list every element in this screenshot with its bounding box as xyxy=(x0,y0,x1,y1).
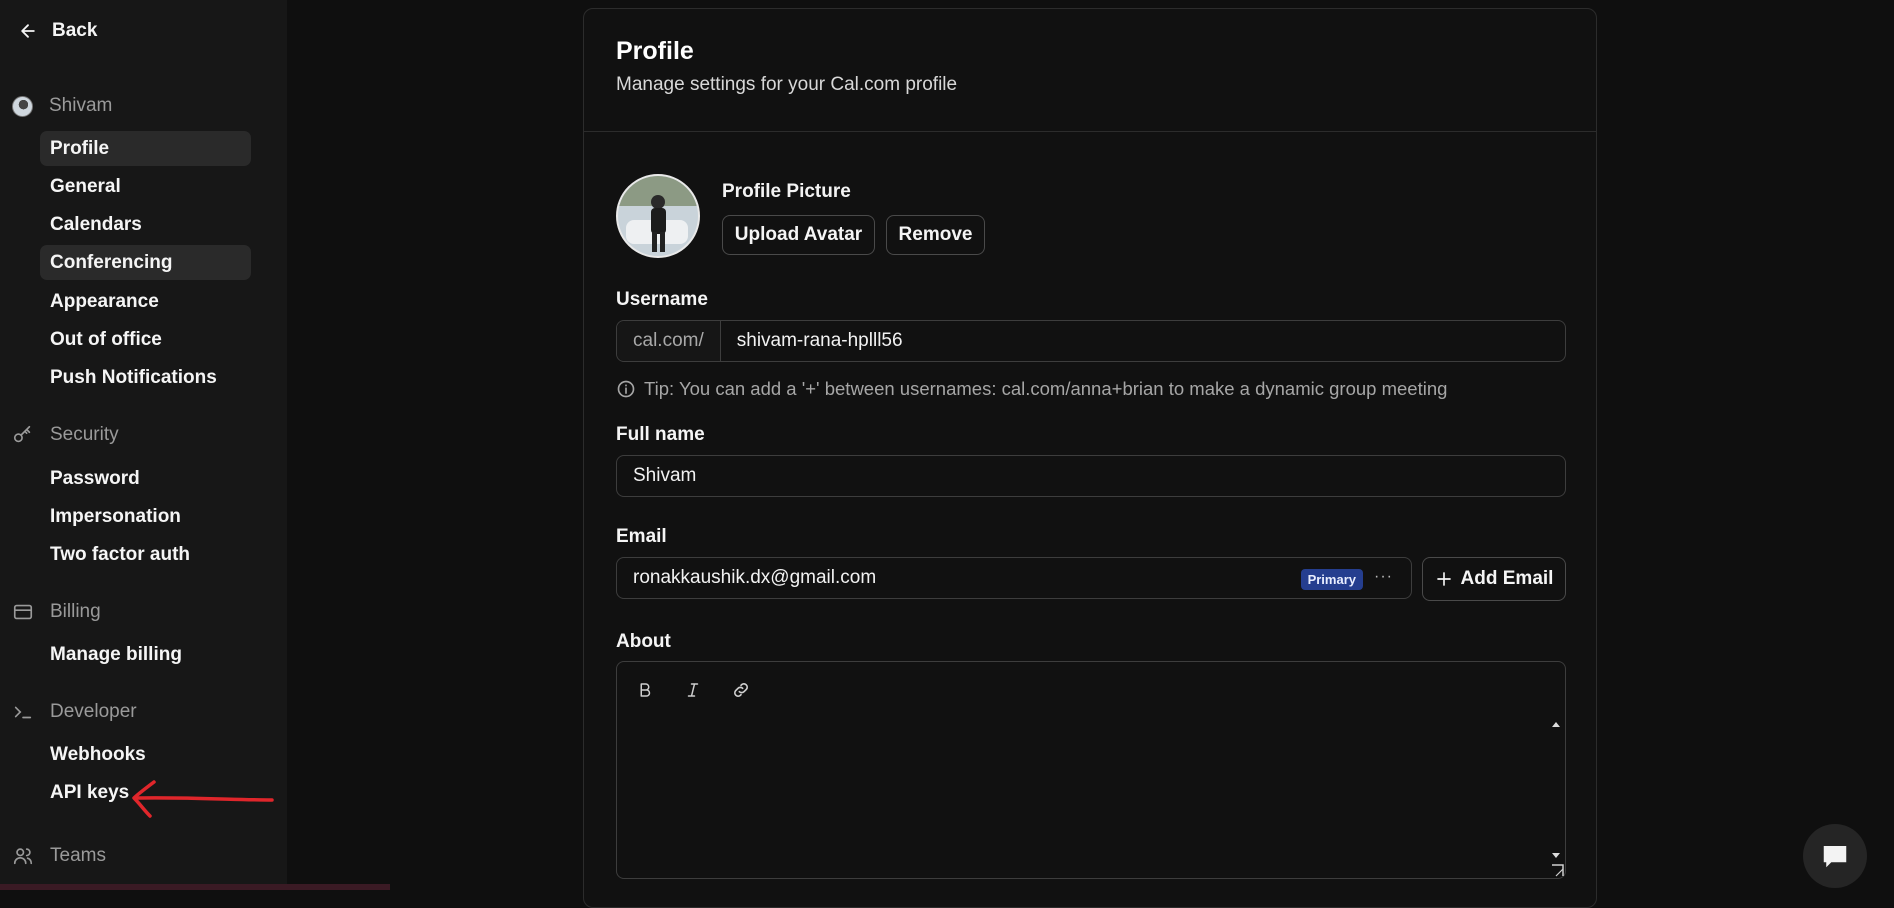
scroll-up-icon[interactable] xyxy=(1551,720,1561,728)
italic-icon[interactable] xyxy=(679,676,707,704)
plus-icon xyxy=(1436,572,1451,586)
key-icon xyxy=(13,425,31,443)
upload-avatar-button[interactable]: Upload Avatar xyxy=(722,215,875,255)
add-email-button[interactable]: Add Email xyxy=(1422,557,1566,601)
link-icon[interactable] xyxy=(727,676,755,704)
sidebar-section-developer: Developer xyxy=(12,701,137,723)
full-name-value: Shivam xyxy=(633,465,697,486)
sidebar-section-developer-label: Developer xyxy=(50,701,137,722)
resize-handle-icon[interactable] xyxy=(1550,863,1564,877)
profile-picture-label: Profile Picture xyxy=(722,181,851,202)
sidebar-item-profile[interactable]: Profile xyxy=(40,131,251,166)
remove-avatar-button[interactable]: Remove xyxy=(886,215,985,255)
sidebar-item-password[interactable]: Password xyxy=(40,461,251,496)
username-tip-text: Tip: You can add a '+' between usernames… xyxy=(644,378,1448,399)
full-name-label: Full name xyxy=(616,424,705,445)
sidebar-section-billing-label: Billing xyxy=(50,601,101,622)
sidebar-item-impersonation[interactable]: Impersonation xyxy=(40,499,251,534)
primary-badge: Primary xyxy=(1300,569,1363,590)
scroll-down-icon[interactable] xyxy=(1551,852,1561,860)
username-field[interactable]: cal.com/ shivam-rana-hplll56 xyxy=(616,320,1566,362)
profile-card: Profile Manage settings for your Cal.com… xyxy=(583,8,1597,908)
avatar-photo-icon xyxy=(618,176,698,256)
full-name-field[interactable]: Shivam xyxy=(616,455,1566,497)
settings-sidebar: Back Shivam Profile General Calendars Co… xyxy=(0,0,287,890)
sidebar-item-general[interactable]: General xyxy=(40,169,251,204)
sidebar-section-teams: Teams xyxy=(12,845,106,867)
back-button[interactable]: Back xyxy=(18,20,97,42)
back-label: Back xyxy=(52,20,98,41)
arrow-left-icon xyxy=(21,24,35,38)
profile-avatar xyxy=(616,174,700,258)
bold-icon[interactable] xyxy=(631,676,659,704)
sidebar-section-teams-label: Teams xyxy=(50,845,106,866)
chat-bubble-icon xyxy=(1823,846,1847,868)
email-label: Email xyxy=(616,526,667,547)
page-subtitle: Manage settings for your Cal.com profile xyxy=(616,74,958,95)
terminal-icon xyxy=(14,706,32,719)
user-avatar xyxy=(12,95,33,117)
sidebar-item-webhooks[interactable]: Webhooks xyxy=(40,737,251,772)
add-email-label: Add Email xyxy=(1460,568,1554,589)
email-options-icon[interactable]: ··· xyxy=(1374,568,1393,586)
bottom-strip xyxy=(0,884,390,890)
sidebar-item-conferencing[interactable]: Conferencing xyxy=(40,245,251,280)
sidebar-section-billing: Billing xyxy=(12,601,101,623)
sidebar-item-manage-billing[interactable]: Manage billing xyxy=(40,637,251,672)
sidebar-section-security: Security xyxy=(12,424,119,446)
sidebar-item-two-factor-auth[interactable]: Two factor auth xyxy=(40,537,251,572)
chat-launcher-button[interactable] xyxy=(1803,824,1867,888)
credit-card-icon xyxy=(13,604,33,620)
about-label: About xyxy=(616,631,671,652)
sidebar-section-security-label: Security xyxy=(50,424,119,445)
email-field[interactable]: ronakkaushik.dx@gmail.com Primary ··· xyxy=(616,557,1412,599)
page-title: Profile xyxy=(616,37,694,65)
username-prefix: cal.com/ xyxy=(617,321,721,361)
username-tip: Tip: You can add a '+' between usernames… xyxy=(616,378,1447,400)
card-header: Profile Manage settings for your Cal.com… xyxy=(584,9,1596,132)
sidebar-item-calendars[interactable]: Calendars xyxy=(40,207,251,242)
sidebar-section-user: Shivam xyxy=(12,95,112,117)
sidebar-section-user-label: Shivam xyxy=(49,95,113,116)
sidebar-item-out-of-office[interactable]: Out of office xyxy=(40,322,251,357)
about-editor[interactable] xyxy=(616,661,1566,879)
info-icon xyxy=(617,380,635,398)
username-value: shivam-rana-hplll56 xyxy=(736,330,903,351)
sidebar-item-push-notifications[interactable]: Push Notifications xyxy=(40,360,251,395)
username-label: Username xyxy=(616,289,708,310)
annotation-arrow-icon xyxy=(132,780,274,818)
sidebar-item-appearance[interactable]: Appearance xyxy=(40,284,251,319)
email-value: ronakkaushik.dx@gmail.com xyxy=(633,567,877,588)
users-icon xyxy=(13,848,33,865)
